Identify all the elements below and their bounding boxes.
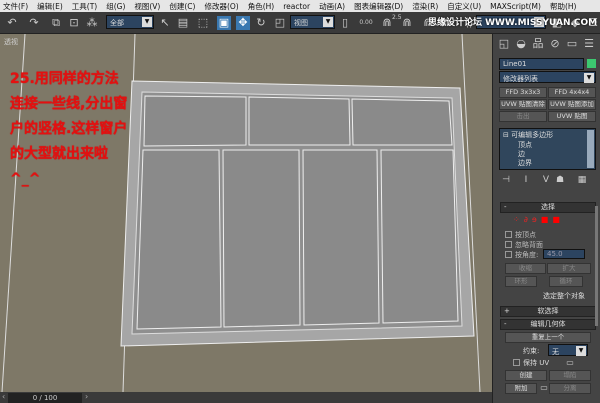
uvw-map-button[interactable]: UVW 贴图 — [548, 111, 596, 122]
chevron-down-icon: ▼ — [323, 17, 333, 27]
link-icon[interactable]: ⧉ — [49, 16, 63, 30]
make-unique-icon[interactable]: V — [539, 173, 553, 187]
object-name-field[interactable]: Line01 — [499, 58, 584, 70]
create-tab-icon[interactable]: ◱ — [497, 37, 511, 51]
subobject-level-icons[interactable]: ⁘∂ɘ■■ — [513, 215, 564, 224]
reference-coordinate-dropdown[interactable]: 视图 ▼ — [290, 15, 335, 29]
extrude-button[interactable]: 击出 — [499, 111, 547, 122]
menu-create[interactable]: 创建(C) — [169, 1, 195, 12]
prev-frame-icon[interactable]: ‹ — [2, 392, 5, 401]
menu-modifiers[interactable]: 修改器(O) — [204, 1, 238, 12]
ffd-3x3x3-button[interactable]: FFD 3x3x3 — [499, 87, 547, 98]
stack-scrollbar[interactable] — [587, 130, 594, 168]
angle-spinner[interactable]: 45.0 — [543, 249, 585, 259]
menu-bar: 文件(F) 编辑(E) 工具(T) 组(G) 视图(V) 创建(C) 修改器(O… — [0, 0, 600, 12]
show-end-result-icon[interactable]: I — [519, 173, 533, 187]
window-pane — [351, 98, 453, 146]
menu-rendering[interactable]: 渲染(R) — [412, 1, 438, 12]
time-slider-bar: ‹ 0 / 100 › — [0, 392, 492, 403]
select-icon[interactable]: ↖ — [158, 16, 172, 30]
display-tab-icon[interactable]: ▭ — [565, 37, 579, 51]
ffd-4x4x4-button[interactable]: FFD 4x4x4 — [548, 87, 596, 98]
angle-snap-icon[interactable]: ⋒ — [400, 16, 414, 30]
window-crossing-icon[interactable]: ▣ — [217, 16, 231, 30]
menu-reactor[interactable]: reactor — [283, 2, 310, 11]
selection-filter-dropdown[interactable]: 全部 ▼ — [106, 15, 154, 29]
scale-icon[interactable]: ◰ — [273, 16, 287, 30]
configure-modifier-sets-icon[interactable]: ▦ — [575, 173, 589, 187]
next-frame-icon[interactable]: › — [85, 392, 88, 401]
detach-button[interactable]: 分离 — [549, 383, 591, 394]
attach-button[interactable]: 附加 — [505, 383, 537, 394]
tutorial-annotation: 25.用同样的方法连接一些线,分出窗户的竖格.这样窗户的大型就出来啦^_^ — [10, 71, 128, 187]
menu-group[interactable]: 组(G) — [106, 1, 125, 12]
object-color-swatch[interactable] — [587, 59, 596, 68]
stack-item-editable-poly[interactable]: ⊟ 可编辑多边形 — [503, 130, 553, 140]
menu-help[interactable]: 帮助(H) — [550, 1, 577, 12]
manipulate-icon[interactable]: 0.00 — [357, 16, 375, 30]
menu-edit[interactable]: 编辑(E) — [37, 1, 63, 12]
unlink-icon[interactable]: ⊡ — [67, 16, 81, 30]
menu-animation[interactable]: 动画(A) — [319, 1, 345, 12]
repeat-last-button[interactable]: 重复上一个 — [505, 332, 591, 343]
pin-stack-icon[interactable]: ⊣ — [499, 173, 513, 187]
modifier-stack[interactable]: ⊟ 可编辑多边形 顶点 边 边界 — [499, 128, 596, 170]
by-vertex-checkbox[interactable] — [505, 231, 512, 238]
soft-selection-rollout-header[interactable]: + 软选择 — [500, 306, 596, 317]
stack-item-border[interactable]: 边界 — [518, 158, 532, 168]
ring-button[interactable]: 环形 — [505, 276, 537, 287]
motion-tab-icon[interactable]: ⊘ — [548, 37, 562, 51]
pivot-icon[interactable]: ▯ — [338, 16, 352, 30]
window-pane — [248, 96, 351, 146]
ignore-backfacing-checkbox[interactable] — [505, 241, 512, 248]
uvw-map-clear-button[interactable]: UVW 贴图清除 — [499, 99, 547, 110]
preserve-uv-settings-icon[interactable]: ▭ — [563, 356, 577, 370]
selection-rollout-header[interactable]: - 选择 — [500, 202, 596, 213]
grow-button[interactable]: 扩大 — [547, 263, 591, 274]
utilities-tab-icon[interactable]: ☰ — [582, 37, 596, 51]
chevron-down-icon: ▼ — [576, 346, 586, 356]
uvw-map-add-button[interactable]: UVW 贴图添加 — [548, 99, 596, 110]
chevron-down-icon: ▼ — [142, 17, 152, 27]
menu-maxscript[interactable]: MAXScript(M) — [490, 2, 541, 11]
undo-icon[interactable]: ↶ — [5, 16, 19, 30]
window-pane — [143, 95, 247, 147]
remove-modifier-icon[interactable]: ☗ — [553, 173, 567, 187]
window-pane — [136, 149, 222, 330]
bind-space-warp-icon[interactable]: ⁂ — [85, 16, 99, 30]
window-pane — [302, 149, 380, 326]
menu-customize[interactable]: 自定义(U) — [447, 1, 481, 12]
rect-selection-icon[interactable]: ⬚ — [196, 16, 210, 30]
select-by-name-icon[interactable]: ▤ — [176, 16, 190, 30]
window-pane — [222, 149, 301, 328]
shrink-button[interactable]: 收缩 — [505, 263, 546, 274]
menu-character[interactable]: 角色(H) — [248, 1, 275, 12]
viewport-label[interactable]: 透视 — [4, 37, 18, 47]
preserve-uv-checkbox[interactable] — [513, 359, 520, 366]
chevron-down-icon: ▼ — [584, 73, 594, 83]
modify-tab-icon[interactable]: ◒ — [514, 37, 528, 51]
menu-views[interactable]: 视图(V) — [134, 1, 160, 12]
panel-scrollbar[interactable] — [595, 206, 598, 326]
edit-geometry-rollout-header[interactable]: - 编辑几何体 — [500, 319, 596, 330]
command-panel: ◱ ◒ 品 ⊘ ▭ ☰ Line01 修改器列表 ▼ FFD 3x3x3 FFD … — [492, 34, 600, 403]
menu-file[interactable]: 文件(F) — [3, 1, 28, 12]
constraints-dropdown[interactable]: 无 ▼ — [548, 344, 588, 356]
perspective-viewport[interactable]: 透视 25.用同样的方法连接一些线,分出窗户的竖格.这样窗户的大型就出来啦^_^ — [0, 34, 492, 392]
loop-button[interactable]: 循环 — [549, 276, 583, 287]
watermark: 思缘设计论坛 WWW.MISSYUAN.COM — [428, 18, 598, 28]
rotate-icon[interactable]: ↻ — [254, 16, 268, 30]
move-icon[interactable]: ✥ — [236, 16, 250, 30]
menu-graph-editors[interactable]: 图表编辑器(D) — [354, 1, 403, 12]
selection-status: 选定整个对象 — [543, 292, 585, 300]
window-pane — [380, 149, 459, 324]
by-angle-checkbox[interactable] — [505, 251, 512, 258]
menu-tools[interactable]: 工具(T) — [72, 1, 97, 12]
modifier-list-dropdown[interactable]: 修改器列表 ▼ — [499, 71, 596, 83]
collapse-button[interactable]: 塌陷 — [549, 370, 591, 381]
create-button[interactable]: 创建 — [505, 370, 547, 381]
hierarchy-tab-icon[interactable]: 品 — [531, 37, 545, 51]
redo-icon[interactable]: ↷ — [27, 16, 41, 30]
time-slider[interactable]: 0 / 100 — [8, 393, 82, 403]
